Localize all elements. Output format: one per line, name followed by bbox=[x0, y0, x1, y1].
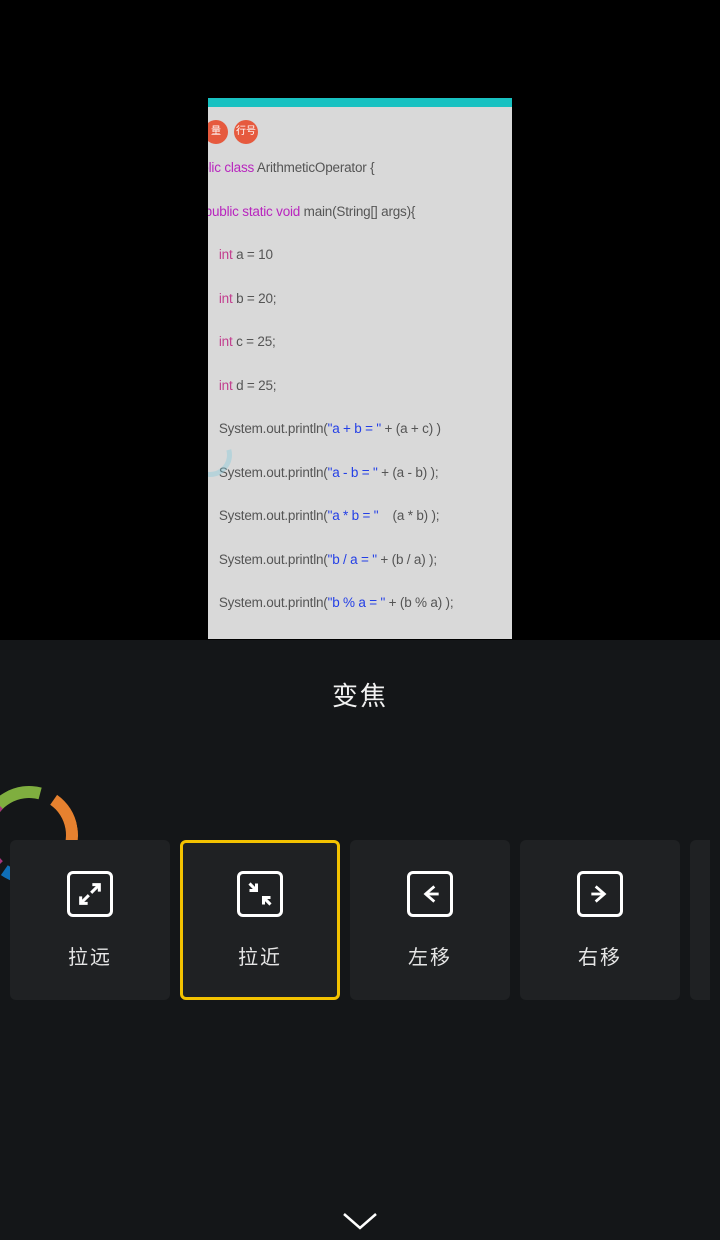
code-content: ublic class ArithmeticOperator { public … bbox=[208, 161, 453, 610]
app-bar bbox=[208, 98, 512, 107]
move-right-label: 右移 bbox=[578, 941, 622, 970]
zoom-in-icon bbox=[237, 871, 283, 917]
move-right-card[interactable]: 右移 bbox=[520, 840, 680, 1000]
preview-area: 量 行号 ublic class ArithmeticOperator { pu… bbox=[0, 0, 720, 640]
badge-2: 行号 bbox=[234, 120, 258, 144]
zoom-options-row[interactable]: 拉远 拉近 左移 bbox=[10, 840, 720, 1000]
move-left-icon bbox=[407, 871, 453, 917]
zoom-out-label: 拉远 bbox=[68, 941, 112, 970]
zoom-out-card[interactable]: 拉远 bbox=[10, 840, 170, 1000]
badge-1: 量 bbox=[208, 120, 228, 144]
panel-title: 变焦 bbox=[0, 640, 720, 713]
zoom-out-icon bbox=[67, 871, 113, 917]
controls-panel: 变焦 拉远 bbox=[0, 640, 720, 1240]
next-card-peek[interactable] bbox=[690, 840, 710, 1000]
move-right-icon bbox=[577, 871, 623, 917]
zoom-in-label: 拉近 bbox=[238, 941, 282, 970]
move-left-card[interactable]: 左移 bbox=[350, 840, 510, 1000]
move-left-label: 左移 bbox=[408, 941, 452, 970]
zoom-in-card[interactable]: 拉近 bbox=[180, 840, 340, 1000]
confirm-button[interactable] bbox=[338, 1204, 382, 1232]
preview-viewport[interactable]: 量 行号 ublic class ArithmeticOperator { pu… bbox=[208, 98, 512, 639]
